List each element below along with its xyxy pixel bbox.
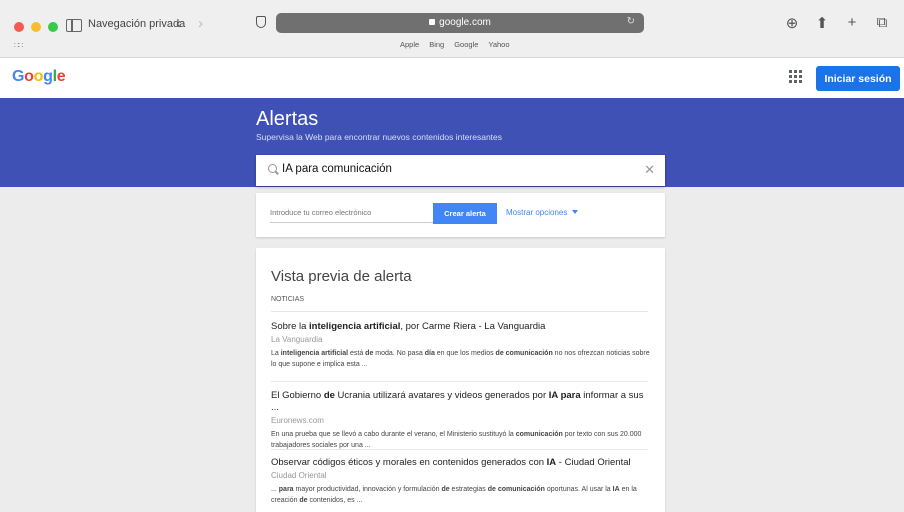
page-subtitle: Supervisa la Web para encontrar nuevos c… [256,132,503,142]
browser-toolbar: Navegación privada ‹ › ∷∷ google.com ↻ A… [0,0,904,58]
address-bar[interactable]: google.com ↻ [276,13,644,33]
news-snippet: La inteligencia artificial está de moda.… [271,350,650,368]
google-header: Google Iniciar sesión [0,58,904,98]
news-item[interactable]: El Gobierno de Ucrania utilizará avatare… [271,390,651,451]
window-controls [14,22,58,32]
show-options-label: Mostrar opciones [506,208,568,217]
news-title[interactable]: Sobre la inteligencia artificial, por Ca… [271,321,651,333]
news-snippet: En una prueba que se llevó a cabo durant… [271,431,642,449]
new-tab-icon[interactable]: + [844,14,860,32]
share-icon[interactable]: ⬆ [814,14,830,32]
close-window-button[interactable] [14,22,24,32]
news-item[interactable]: Sobre la inteligencia artificial, por Ca… [271,321,651,370]
email-field[interactable] [270,203,433,223]
alert-search-box: ✕ [256,155,665,186]
create-alert-button[interactable]: Crear alerta [433,203,497,224]
tab-overview-icon[interactable]: ∷∷ [14,41,23,50]
favorite-google[interactable]: Google [454,40,478,49]
section-label: NOTICIAS [271,296,305,303]
show-options-link[interactable]: Mostrar opciones [506,208,579,217]
favorites-bar: Apple Bing Google Yahoo [400,40,510,49]
page-title: Alertas [256,108,319,130]
news-snippet: ... para mayor productividad, innovación… [271,486,637,504]
caret-down-icon [572,210,579,214]
alert-preview-card: Vista previa de alerta NOTICIAS Sobre la… [256,248,665,512]
forward-arrow-icon[interactable]: › [198,15,203,32]
lock-icon [429,19,436,25]
reload-icon[interactable]: ↻ [627,16,635,27]
downloads-icon[interactable]: ⊕ [784,14,800,32]
divider [271,311,648,312]
divider [271,381,648,382]
news-source: Ciudad Oriental [271,471,327,480]
toolbar-actions: ⊕ ⬆ + ⧉ [784,14,890,32]
apps-grid-icon[interactable] [789,70,802,83]
divider [271,449,648,450]
google-logo[interactable]: Google [12,68,66,86]
news-source: Euronews.com [271,416,324,425]
preview-title: Vista previa de alerta [271,268,412,285]
search-icon [268,164,277,173]
signin-button[interactable]: Iniciar sesión [816,66,900,91]
alert-query-input[interactable] [282,163,642,175]
news-source: La Vanguardia [271,335,323,344]
news-title[interactable]: Observar códigos éticos y morales en con… [271,457,651,469]
url-text: google.com [439,17,491,28]
sidebar-toggle-icon[interactable] [66,19,82,32]
private-window-label: Navegación privada [88,18,186,30]
alert-options-card: Crear alerta Mostrar opciones [256,193,665,237]
clear-icon[interactable]: ✕ [644,162,655,178]
minimize-window-button[interactable] [31,22,41,32]
news-title[interactable]: El Gobierno de Ucrania utilizará avatare… [271,390,651,414]
favorite-apple[interactable]: Apple [400,40,419,49]
favorite-bing[interactable]: Bing [429,40,444,49]
news-item[interactable]: Observar códigos éticos y morales en con… [271,457,651,506]
privacy-shield-icon[interactable] [256,16,266,28]
tabs-icon[interactable]: ⧉ [874,14,890,32]
zoom-window-button[interactable] [48,22,58,32]
favorite-yahoo[interactable]: Yahoo [488,40,509,49]
back-arrow-icon[interactable]: ‹ [176,15,181,32]
